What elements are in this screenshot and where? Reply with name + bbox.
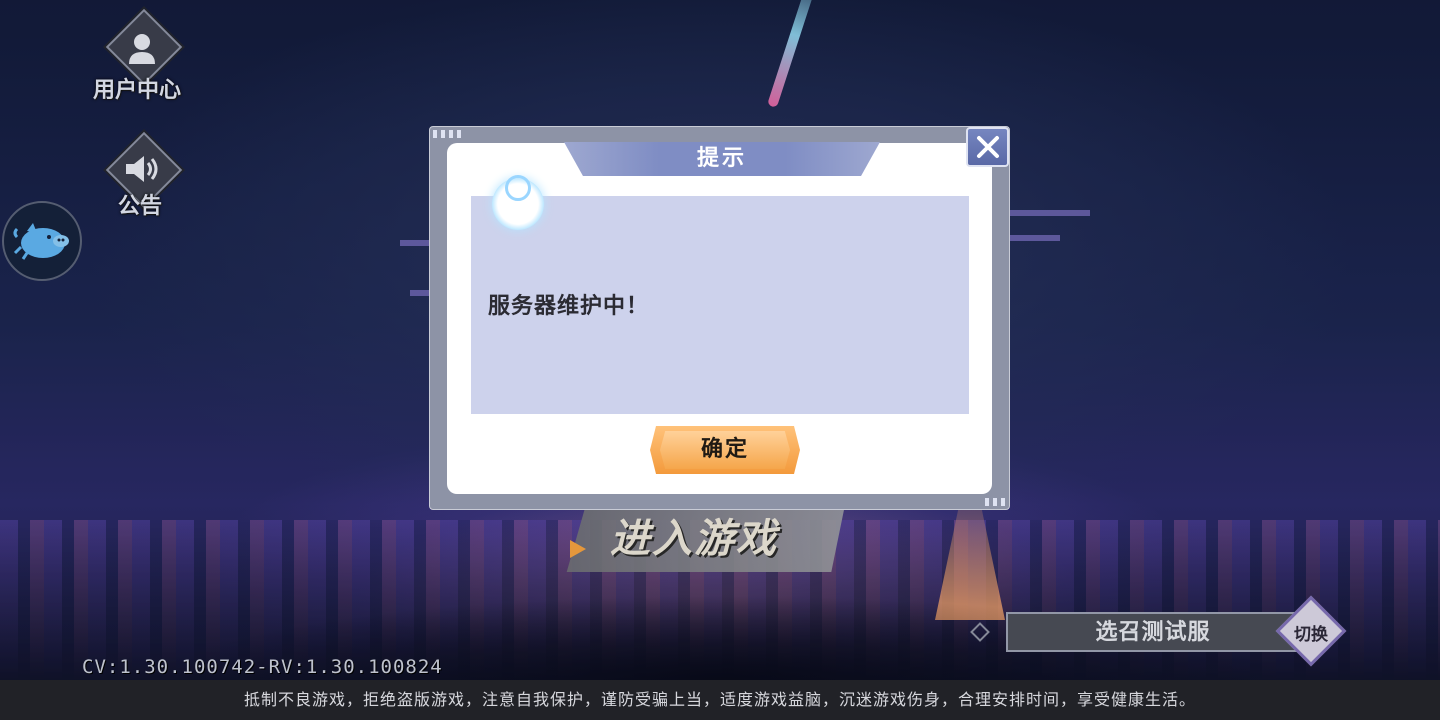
close-button[interactable] (966, 127, 1009, 167)
dialog-title: 提示 (696, 146, 747, 171)
dialog-message: 服务器维护中！ (488, 294, 650, 319)
close-icon (976, 136, 999, 158)
confirm-button-label: 确定 (700, 437, 749, 462)
pixel-decoration (433, 130, 463, 138)
badge-ring (505, 175, 531, 201)
pixel-decoration (985, 498, 1007, 506)
